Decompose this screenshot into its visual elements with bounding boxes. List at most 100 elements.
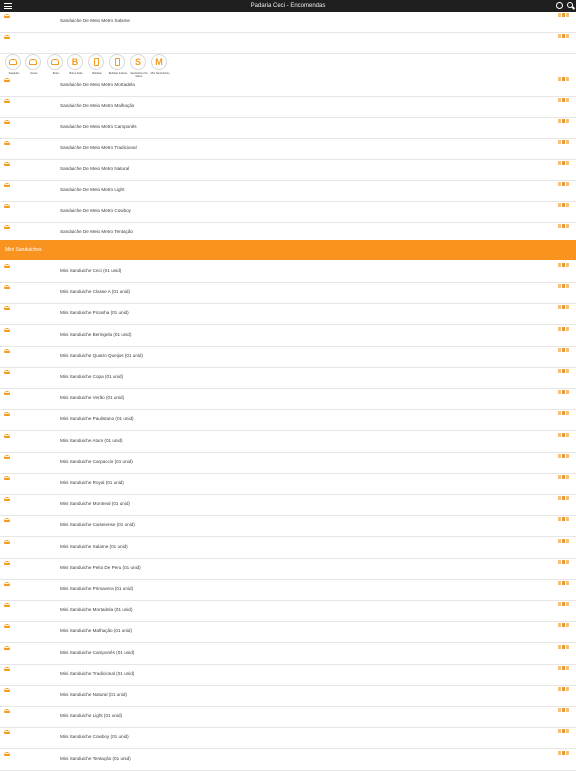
list-item[interactable]: Mini Sanduiche Cowboy (01 unid) (0, 728, 576, 750)
bread-icon (4, 645, 10, 650)
quantity-stepper[interactable] (558, 602, 570, 607)
list-item[interactable]: Mini Sanduiche Picanha (01 unid) (0, 304, 576, 326)
quantity-stepper[interactable] (558, 538, 570, 543)
quantity-stepper[interactable] (558, 411, 570, 416)
quantity-stepper[interactable] (558, 34, 570, 38)
list-item[interactable]: Mini Sanduiche Salame (01 unid) (0, 538, 576, 559)
quantity-stepper[interactable] (558, 729, 570, 734)
list-item[interactable]: Mini Sanduiche Atum (01 unid) (0, 432, 576, 453)
category-bebidas-inteiras[interactable]: Bebidas Inteiras (109, 54, 127, 84)
list-item[interactable]: Sanduiche De Meio Metro Malhação (0, 97, 576, 118)
list-item[interactable]: Mini Sanduiche Royal (01 unid) (0, 474, 576, 495)
quantity-stepper[interactable] (558, 581, 570, 585)
quantity-stepper[interactable] (558, 203, 570, 207)
category-sanduiches-de-metro[interactable]: S Sanduiches De Metro (130, 54, 148, 84)
item-name: Sanduiche De Meio Metro Cowboy (60, 208, 131, 213)
list-item[interactable]: Sanduiche De Meio Metro Camponês (0, 118, 576, 139)
quantity-stepper[interactable] (558, 708, 570, 713)
list-item[interactable]: Mini Sanduiche Ceci (01 unid) (0, 262, 576, 283)
quantity-stepper[interactable] (558, 559, 570, 564)
bread-icon (4, 539, 10, 544)
category-bolos[interactable]: Bolos (47, 54, 65, 84)
bread-icon (4, 560, 10, 565)
quantity-stepper[interactable] (558, 13, 570, 17)
quantity-stepper[interactable] (558, 305, 570, 310)
bread-icon (4, 161, 10, 166)
item-name: Mini Sanduiche Caiseiense (01 unid) (60, 522, 135, 528)
quantity-stepper[interactable] (558, 326, 570, 331)
quantity-stepper[interactable] (558, 687, 570, 691)
category-doces[interactable]: Doces (25, 54, 43, 84)
quantity-stepper[interactable] (558, 161, 570, 165)
category-mini-sanduiches[interactable]: M Mini Sanduiches (150, 54, 170, 84)
list-item[interactable]: Mini Sanduiche Natural (01 unid) (0, 686, 576, 707)
bread-icon (4, 496, 10, 502)
list-item[interactable]: Mini Sanduiche Mortadela (01 unid) (0, 601, 576, 623)
quantity-stepper[interactable] (558, 475, 570, 479)
category-bebidas[interactable]: Bebidas (88, 54, 106, 84)
bread-icon (4, 602, 10, 608)
quantity-stepper[interactable] (558, 496, 570, 501)
item-name: Mini Sanduiche Royal (01 unid) (60, 480, 124, 485)
quantity-stepper[interactable] (558, 284, 570, 289)
list-item[interactable]: Sanduiche De Meio Metro Natural (0, 160, 576, 181)
list-item[interactable]: Mini Sanduiche Primavera (01 unid) (0, 580, 576, 601)
list-item[interactable]: Sanduiche De Meio Metro Light (0, 181, 576, 202)
list-item[interactable]: Mini Sanduiche Camponês (01 unid) (0, 644, 576, 665)
category-glyph: M (155, 56, 163, 67)
category-salgados[interactable]: Salgados (5, 54, 23, 84)
item-name: Mini Sanduiche Malhação (01 unid) (60, 628, 133, 634)
list-item[interactable]: Sanduiche De Meio Metro Salame (0, 12, 576, 33)
quantity-stepper[interactable] (558, 182, 570, 186)
item-name: Sanduiche De Meio Metro Malhação (60, 103, 135, 108)
quantity-stepper[interactable] (558, 453, 570, 458)
quantity-stepper[interactable] (558, 644, 570, 649)
list-item[interactable]: Mini Sanduiche Quatro Queijos (01 unid) (0, 347, 576, 368)
bread-icon (4, 224, 10, 229)
quantity-stepper[interactable] (558, 665, 570, 670)
bread-icon (4, 751, 10, 756)
list-item[interactable]: Mini Sanduiche Peito De Peru (01 unid) (0, 559, 576, 580)
bread-icon (4, 263, 10, 268)
quantity-stepper[interactable] (558, 263, 570, 267)
item-name: Mini Sanduiche Primavera (01 unid) (60, 586, 134, 591)
list-item[interactable]: Mini Sanduiche Paulistano (01 unid) (0, 410, 576, 432)
item-name: Mini Sanduiche Peito De Peru (01 unid) (60, 564, 141, 570)
bread-icon (4, 517, 10, 523)
list-item[interactable]: Mini Sanduiche Light (01 unid) (0, 707, 576, 729)
quantity-stepper[interactable] (558, 119, 570, 123)
quantity-stepper[interactable] (558, 77, 570, 81)
quantity-stepper[interactable] (558, 432, 570, 437)
quantity-stepper[interactable] (558, 623, 570, 628)
list-item[interactable]: Mini Sanduiche Tentação (01 unid) (0, 750, 576, 771)
list-item[interactable]: Mini Sanduiche Tradicional (01 unid) (0, 665, 576, 686)
list-item[interactable]: Mini Sanduiche Carpaccio (01 unid) (0, 453, 576, 474)
letter-s-icon: S (130, 54, 146, 70)
quantity-stepper[interactable] (558, 347, 570, 352)
list-item[interactable]: Mini Sanduiche Copa (01 unid) (0, 368, 576, 389)
quantity-stepper[interactable] (558, 140, 570, 144)
item-name: Mini Sanduiche Classe A (01 unid) (60, 289, 130, 295)
quantity-stepper[interactable] (558, 98, 570, 102)
list-item[interactable] (0, 33, 576, 54)
category-label: Doces (30, 72, 38, 75)
list-item[interactable]: Mini Sanduiche Beringela (01 unid) (0, 326, 576, 347)
item-name: Mini Sanduiche Montreal (01 unid) (60, 501, 130, 507)
settings-icon[interactable] (556, 2, 563, 9)
list-item[interactable]: Mini Sanduiche Malhação (01 unid) (0, 622, 576, 644)
bread-icon (4, 203, 10, 208)
category-bolos-fatia[interactable]: B Bolos Fatia (67, 54, 85, 84)
list-item[interactable]: Sanduiche De Meio Metro Tradicional (0, 139, 576, 160)
list-item[interactable]: Mini Sanduiche Montreal (01 unid) (0, 495, 576, 517)
quantity-stepper[interactable] (558, 750, 570, 755)
quantity-stepper[interactable] (558, 224, 570, 228)
list-item[interactable]: Mini Sanduiche Classe A (01 unid) (0, 283, 576, 305)
quantity-stepper[interactable] (558, 369, 570, 373)
item-name: Mini Sanduiche Beringela (01 unid) (60, 331, 132, 337)
list-item[interactable]: Mini Sanduiche Verão (01 unid) (0, 389, 576, 411)
quantity-stepper[interactable] (558, 517, 570, 522)
list-item[interactable]: Mini Sanduiche Caiseiense (01 unid) (0, 516, 576, 538)
search-icon[interactable] (567, 2, 573, 8)
quantity-stepper[interactable] (558, 390, 570, 395)
list-item[interactable]: Sanduiche De Meio Metro Cowboy (0, 202, 576, 223)
